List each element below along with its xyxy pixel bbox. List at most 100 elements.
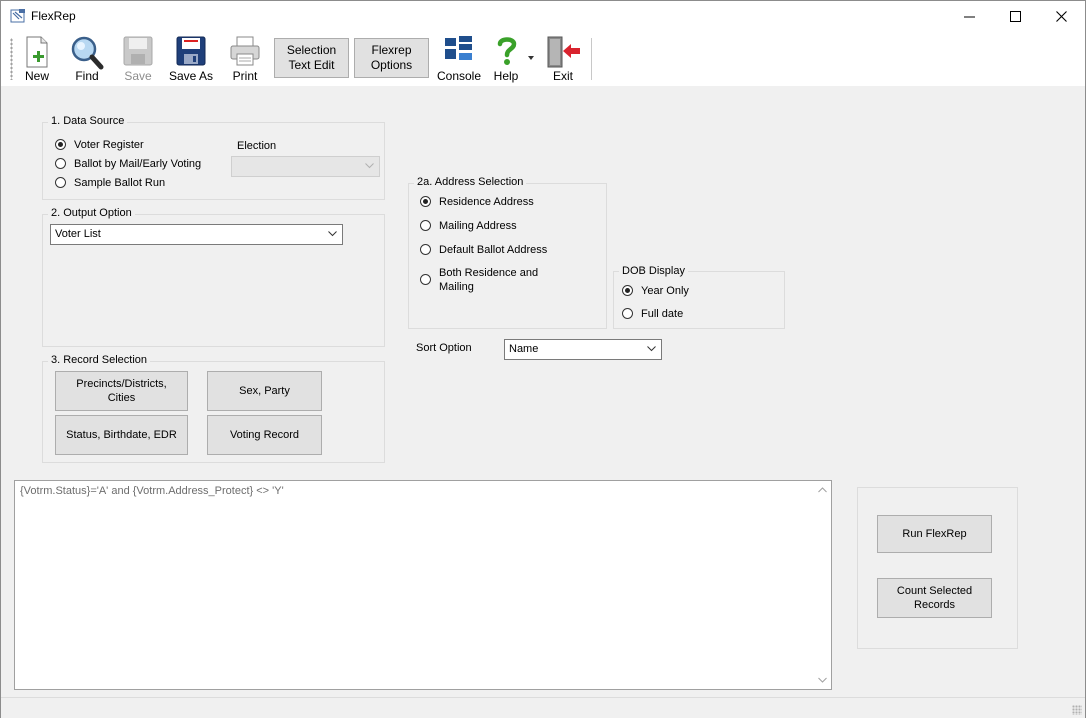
dob-display-group [613,271,785,329]
print-label: Print [232,69,258,83]
dob-display-title: DOB Display [619,265,688,277]
radio-label: Default Ballot Address [439,244,548,256]
selection-text-edit-line2: Text Edit [288,58,335,72]
count-selected-records-button[interactable]: Count Selected Records [877,578,992,618]
minimize-button[interactable] [947,1,993,32]
radio-indicator [420,220,431,231]
status-bar [1,697,1085,718]
output-option-combo[interactable]: Voter List [50,224,343,245]
voting-record-button[interactable]: Voting Record [207,415,322,455]
selection-text-edit-line1: Selection [286,43,337,57]
output-option-title: 2. Output Option [48,207,135,219]
radio-label: Full date [641,308,684,320]
record-selection-title: 3. Record Selection [48,354,150,366]
save-as-label: Save As [168,69,214,83]
new-document-icon [26,36,48,68]
console-button[interactable]: Console [435,34,483,84]
radio-label: Mailing Address [439,220,517,232]
sex-party-label: Sex, Party [239,385,290,397]
election-combo[interactable] [231,156,380,177]
chevron-down-icon [365,163,374,169]
console-icon [445,36,472,60]
toolbar-grip[interactable] [10,38,13,80]
radio-label-line2: Mailing [439,281,474,293]
radio-label: Residence Address [439,196,534,208]
count-line2: Records [914,599,955,611]
radio-label-line1: Both Residence and [439,267,539,279]
radio-indicator [622,285,633,296]
maximize-icon [1010,11,1021,22]
find-label: Find [75,69,99,83]
sort-option-value: Name [509,343,539,355]
radio-label: Ballot by Mail/Early Voting [74,158,202,170]
minimize-icon [964,16,975,18]
scroll-up-icon[interactable] [818,487,827,493]
new-label: New [24,69,49,83]
exit-button[interactable]: Exit [543,34,583,84]
help-dropdown-icon[interactable] [528,56,535,61]
radio-indicator [622,308,633,319]
count-line1: Count Selected [896,585,973,597]
flexrep-options-line2: Options [370,58,413,72]
magnifier-icon [71,36,104,70]
print-button[interactable]: Print [225,34,265,84]
selection-text-area[interactable]: {Votrm.Status}='A' and {Votrm.Address_Pr… [14,480,832,690]
action-panel [857,487,1018,649]
window-title: FlexRep [31,9,76,23]
precincts-line1: Precincts/Districts, [76,378,167,390]
save-label: Save [124,69,152,83]
scroll-down-icon[interactable] [818,677,827,683]
sort-option-combo[interactable]: Name [504,339,662,360]
run-flexrep-button[interactable]: Run FlexRep [877,515,992,553]
radio-indicator [55,139,66,150]
run-flexrep-label: Run FlexRep [902,528,967,540]
precincts-districts-button[interactable]: Precincts/Districts, Cities [55,371,188,411]
radio-indicator [420,244,431,255]
maximize-button[interactable] [993,1,1039,32]
radio-indicator [55,158,66,169]
radio-label: Sample Ballot Run [74,177,166,189]
close-icon [1056,11,1067,22]
selection-text-edit-button[interactable]: Selection Text Edit [274,38,349,78]
status-birthdate-label: Status, Birthdate, EDR [66,429,177,441]
close-button[interactable] [1039,1,1085,32]
radio-label: Voter Register [74,139,144,151]
find-button[interactable]: Find [65,34,109,84]
title-bar: FlexRep [1,1,1085,32]
precincts-line2: Cities [107,392,136,404]
console-label: Console [436,69,482,83]
app-icon [10,9,25,23]
voting-record-label: Voting Record [229,429,300,441]
sort-option-label: Sort Option [416,342,472,354]
new-button[interactable]: New [19,34,55,84]
floppy-disk-icon [123,36,153,66]
radio-label: Year Only [641,285,689,297]
question-mark-icon [497,37,517,65]
save-as-button[interactable]: Save As [167,34,215,84]
toolbar: New Find Save Save As Print Selection Te… [1,32,1085,86]
floppy-disk-icon [176,36,206,66]
help-button[interactable]: Help [489,34,523,84]
exit-door-icon [547,36,580,68]
toolbar-separator [591,38,592,80]
flexrep-options-button[interactable]: Flexrep Options [354,38,429,78]
resize-grip[interactable] [1072,705,1082,715]
radio-indicator [55,177,66,188]
save-button[interactable]: Save [119,34,157,84]
vertical-scrollbar[interactable] [814,481,831,689]
selection-text-content: {Votrm.Status}='A' and {Votrm.Address_Pr… [20,485,284,497]
radio-indicator [420,274,431,285]
chevron-down-icon [647,346,656,352]
sex-party-button[interactable]: Sex, Party [207,371,322,411]
chevron-down-icon [328,231,337,237]
flexrep-options-line1: Flexrep [371,43,412,57]
status-birthdate-button[interactable]: Status, Birthdate, EDR [55,415,188,455]
app-window: FlexRep New Find Save Save As Print Sele… [0,0,1086,718]
printer-icon [230,36,260,66]
data-source-title: 1. Data Source [48,115,128,127]
address-selection-title: 2a. Address Selection [414,176,527,188]
help-label: Help [493,69,519,83]
output-option-value: Voter List [55,228,101,240]
radio-indicator [420,196,431,207]
exit-label: Exit [552,69,573,83]
